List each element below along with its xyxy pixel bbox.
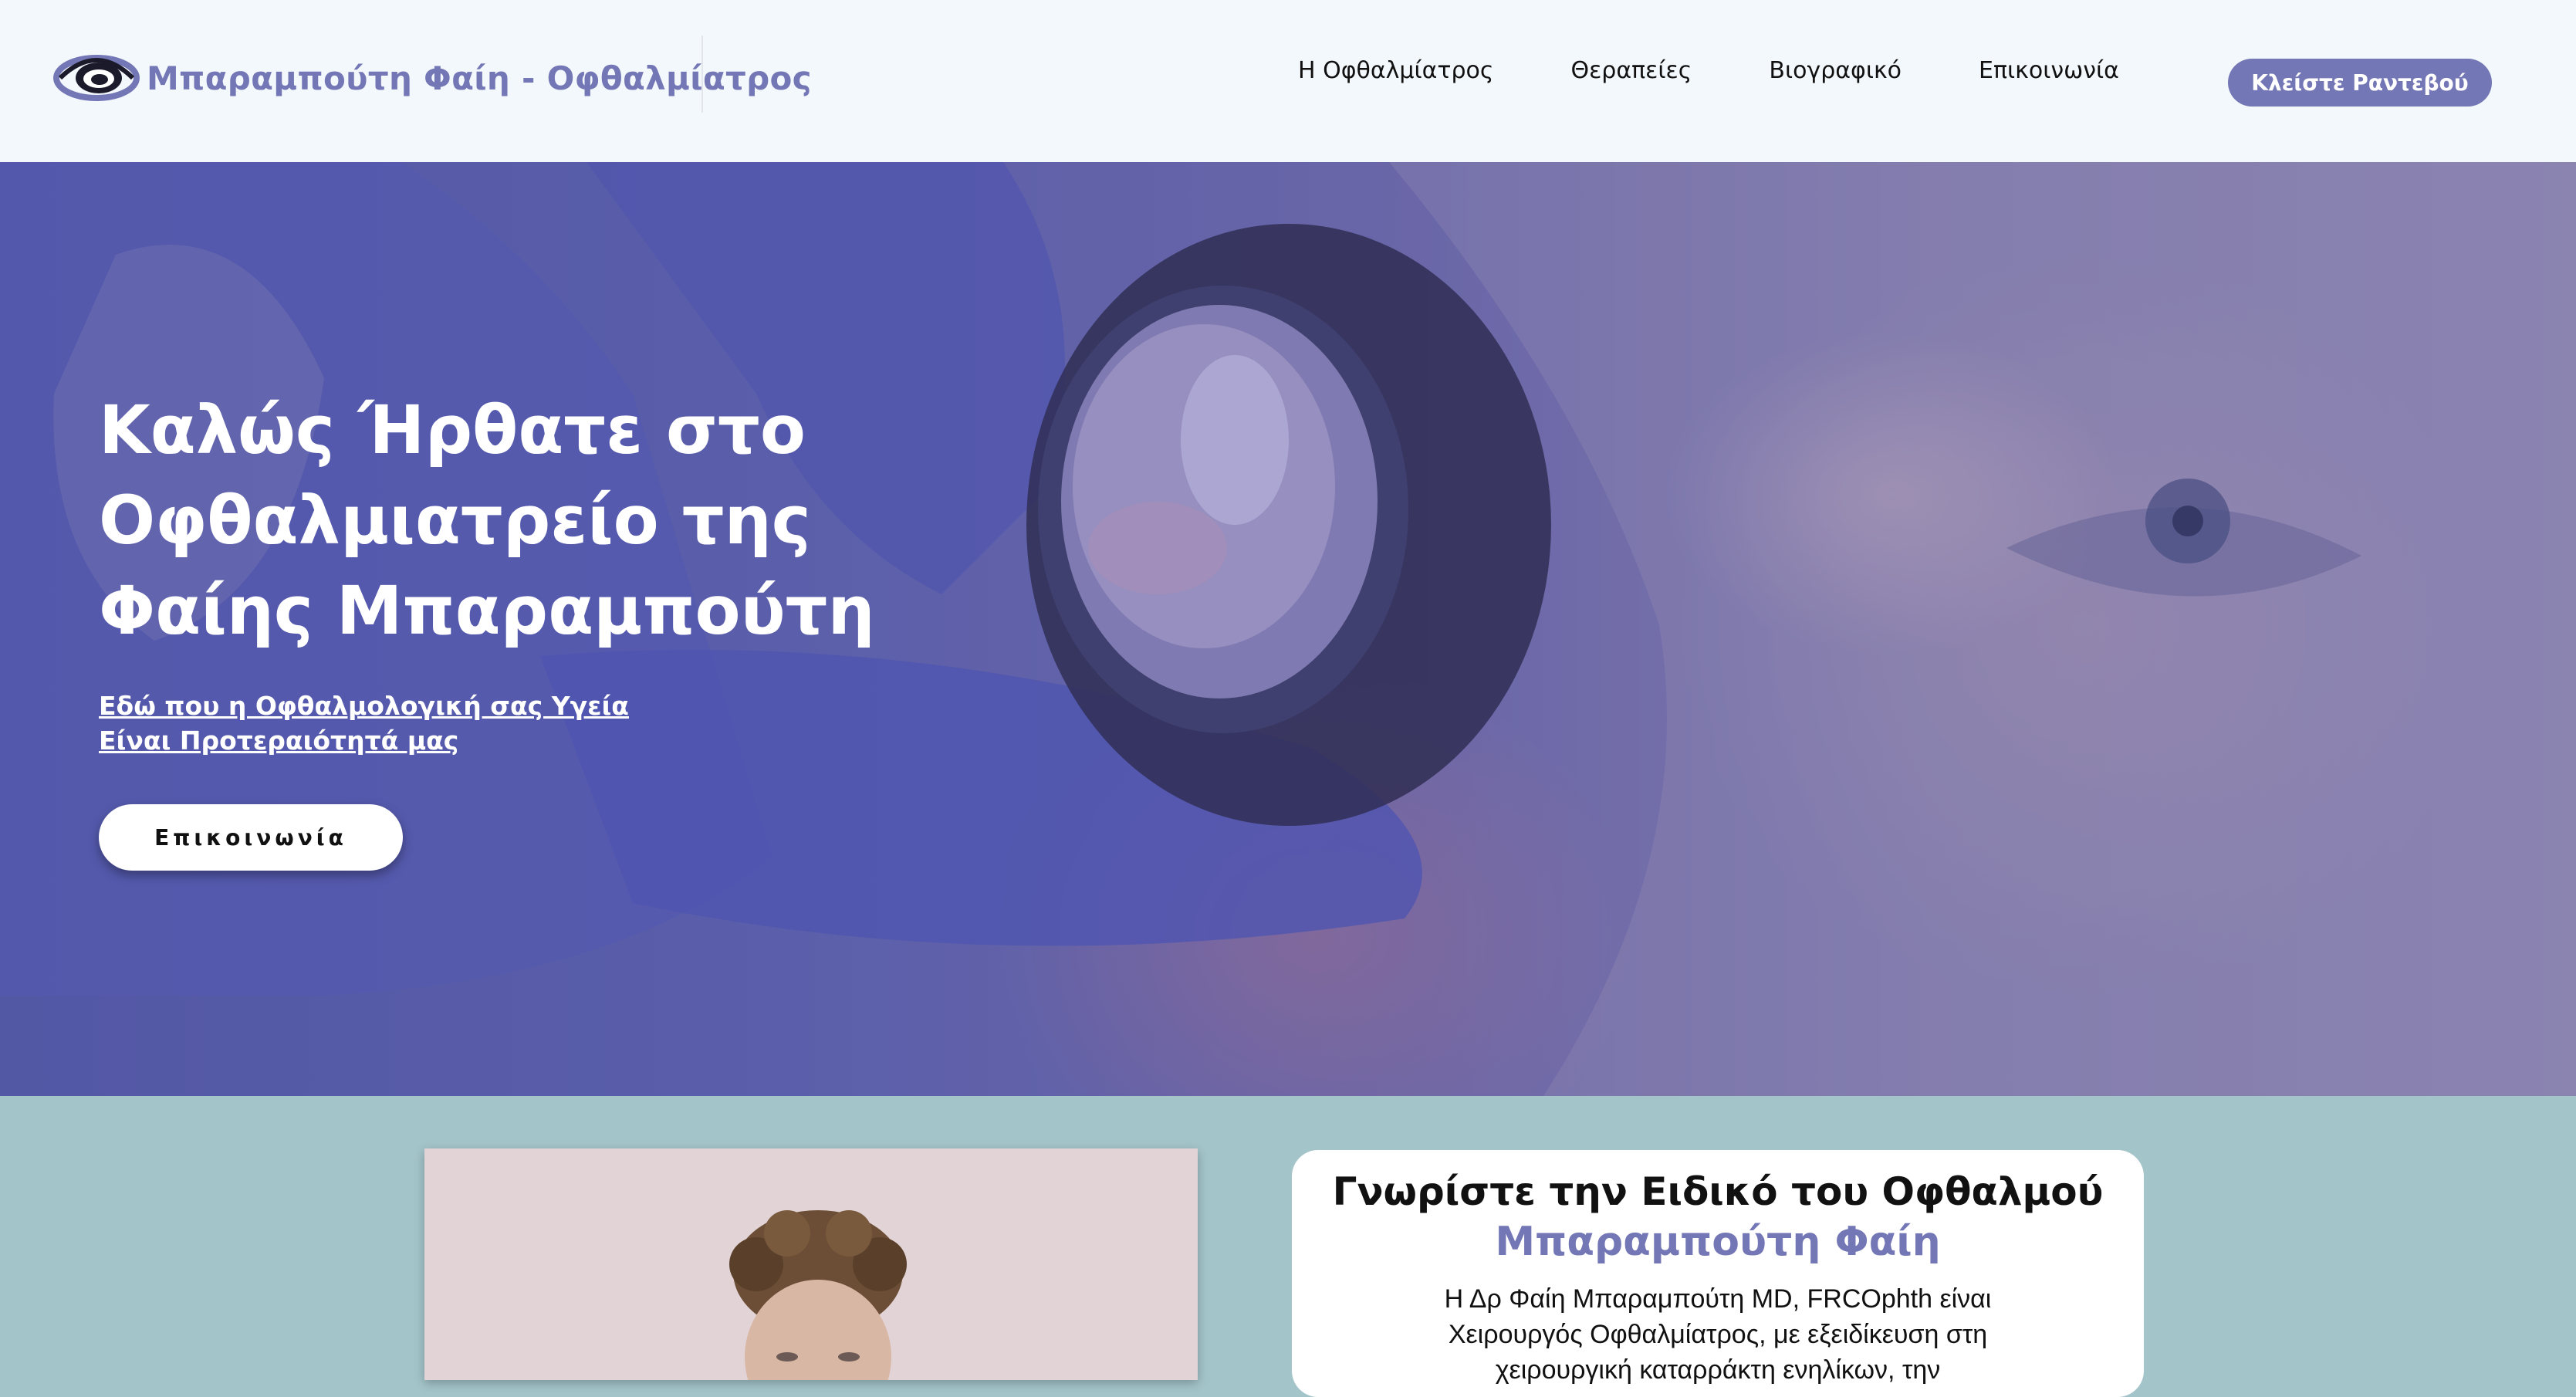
book-appointment-button[interactable]: Κλείστε Ραντεβού [2228,59,2492,107]
about-card: Γνωρίστε την Ειδικό του Οφθαλμού Μπαραμπ… [1292,1150,2144,1397]
nav-item-contact[interactable]: Επικοινωνία [1979,57,2119,84]
hero-title-line-1: Καλώς Ήρθατε στο [99,392,806,469]
about-title: Γνωρίστε την Ειδικό του Οφθαλμού [1332,1169,2104,1214]
main-nav: Η Οφθαλμίατρος Θεραπείες Βιογραφικό Επικ… [1298,57,2119,84]
doctor-portrait-image [729,1210,907,1380]
hero-title-line-3: Φαίης Μπαραμπούτη [99,573,875,650]
hero-section: Καλώς Ήρθατε στο Οφθαλμιατρείο της Φαίης… [0,162,2576,1096]
doctor-photo [424,1148,1198,1380]
hero-title-line-2: Οφθαλμιατρείο της [99,482,811,560]
nav-item-treatments[interactable]: Θεραπείες [1570,57,1692,84]
logo[interactable]: Μπαραμπούτη Φαίη - Οφθαλμίατρος [52,43,812,113]
site-header: Μπαραμπούτη Φαίη - Οφθαλμίατρος Η Οφθαλμ… [0,0,2576,162]
hero-subtitle-link[interactable]: Εδώ που η Οφθαλμολογική σας Υγεία Είναι … [99,688,685,758]
nav-item-ophthalmologist[interactable]: Η Οφθαλμίατρος [1298,57,1493,84]
logo-text: Μπαραμπούτη Φαίη - Οφθαλμίατρος [147,59,812,97]
eye-logo-icon [53,55,140,101]
header-divider [701,36,703,113]
hero-title: Καλώς Ήρθατε στο Οφθαλμιατρείο της Φαίης… [99,386,948,657]
doctor-name: Μπαραμπούτη Φαίη [1495,1219,1941,1265]
about-text: Η Δρ Φαίη Μπαραμπούτη MD, FRCOphth είναι… [1444,1284,1992,1385]
hero-contact-button[interactable]: Επικοινωνία [99,804,403,871]
nav-item-biography[interactable]: Βιογραφικό [1769,57,1902,84]
